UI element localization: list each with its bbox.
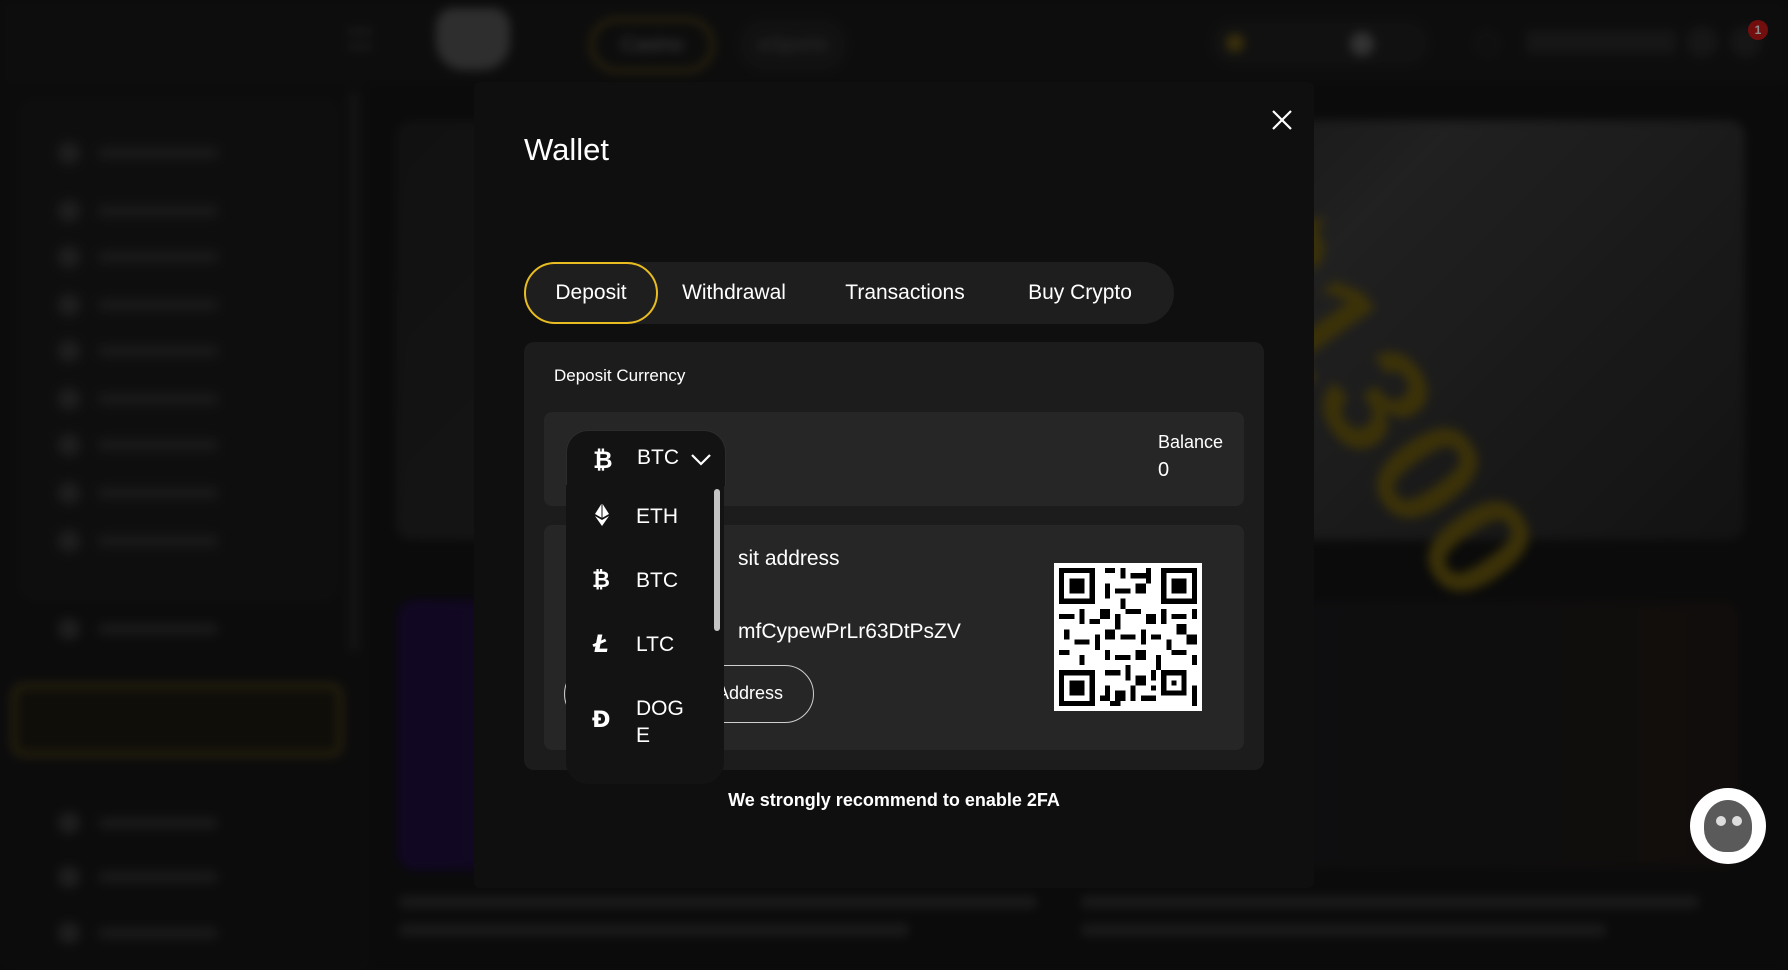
currency-option-doge[interactable]: Đ DOG E (566, 677, 706, 763)
dropdown-scrollbar[interactable] (714, 489, 720, 631)
close-icon (1272, 110, 1292, 130)
qr-code-image (1054, 563, 1202, 711)
svg-text:₿: ₿ (592, 568, 610, 591)
deposit-address-value[interactable]: mfCypewPrLr63DtPsZV (738, 620, 961, 644)
modal-title: Wallet (524, 132, 609, 167)
chevron-down-icon (689, 451, 713, 467)
qr-code (1054, 563, 1202, 711)
currency-option-eth[interactable]: ETH (566, 485, 706, 545)
dogecoin-icon: Đ (590, 705, 614, 733)
currency-option-btc[interactable]: ₿ BTC (566, 549, 706, 609)
tab-buy-crypto[interactable]: Buy Crypto (1002, 262, 1158, 324)
selected-currency: BTC (637, 446, 679, 469)
tab-deposit[interactable]: Deposit (524, 262, 658, 324)
deposit-address-label: sit address (738, 547, 840, 570)
bitcoin-icon: ₿ (590, 565, 614, 593)
currency-option-label: DOG E (636, 697, 684, 747)
currency-select[interactable]: ₿ BTC (566, 430, 726, 486)
wallet-tabs: Deposit Withdrawal Transactions Buy Cryp… (524, 262, 1174, 324)
balance-label: Balance (1158, 432, 1224, 452)
support-avatar-icon (1704, 800, 1752, 852)
svg-text:Đ: Đ (592, 708, 610, 731)
tab-transactions[interactable]: Transactions (822, 262, 988, 324)
bitcoin-icon: ₿ (591, 445, 617, 474)
support-avatar-eye (1716, 816, 1726, 826)
tab-withdrawal[interactable]: Withdrawal (662, 262, 806, 324)
two-factor-note: We strongly recommend to enable 2FA (728, 790, 1060, 810)
support-avatar-eye (1732, 816, 1742, 826)
deposit-currency-label: Deposit Currency (554, 366, 686, 385)
litecoin-icon: Ł (590, 629, 614, 658)
currency-option-ltc[interactable]: Ł LTC (566, 613, 706, 673)
ethereum-icon (590, 501, 614, 527)
support-chat-button[interactable] (1690, 788, 1766, 864)
currency-dropdown: ETH ₿ BTC Ł LTC Đ DOG E (566, 485, 724, 784)
currency-option-label: BTC (636, 569, 678, 592)
svg-text:Ł: Ł (592, 630, 609, 655)
balance-value: 0 (1158, 459, 1170, 481)
currency-option-label: ETH (636, 505, 678, 528)
close-button[interactable] (1264, 102, 1300, 138)
svg-text:₿: ₿ (593, 446, 613, 473)
currency-option-label: LTC (636, 633, 675, 656)
